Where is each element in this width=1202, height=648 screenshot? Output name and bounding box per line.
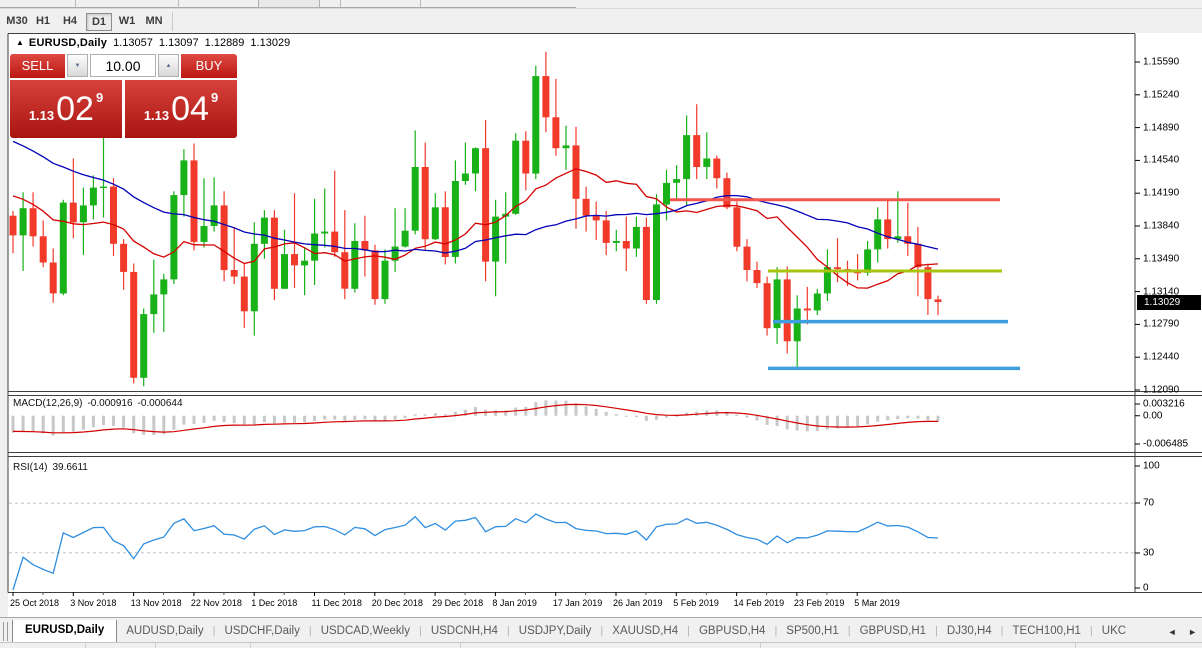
- price-tick: 1.12090: [1143, 384, 1180, 396]
- rsi-line: [12, 513, 939, 591]
- tab-usdjpy-daily[interactable]: USDJPY,Daily: [510, 621, 601, 642]
- buy-price-pip: 9: [210, 89, 219, 105]
- ohlc-low: 1.12889: [204, 37, 245, 49]
- time-axis-label: 20 Dec 2018: [371, 598, 423, 608]
- rsi-tick: 0: [1143, 582, 1149, 594]
- tab-xauusd-h4[interactable]: XAUUSD,H4: [603, 621, 687, 642]
- time-axis-label: 25 Oct 2018: [10, 598, 60, 608]
- macd-tick: 0.003216: [1143, 398, 1185, 410]
- tab-bar-grip: [3, 622, 8, 641]
- collapse-triangle-icon[interactable]: ▲: [16, 38, 24, 47]
- chart-symbol-period: EURUSD,Daily: [28, 37, 108, 49]
- price-tick: 1.14540: [1143, 154, 1180, 166]
- sell-price-pip: 9: [95, 89, 104, 105]
- rsi-value: 39.6611: [52, 462, 88, 473]
- tab-usdcad-weekly[interactable]: USDCAD,Weekly: [312, 621, 419, 642]
- chart-caption: ▲ EURUSD,Daily 1.13057 1.13097 1.12889 1.1302…: [16, 37, 290, 49]
- time-axis-label: 5 Mar 2019: [854, 598, 900, 608]
- tab-usdchf-daily[interactable]: USDCHF,Daily: [215, 621, 308, 642]
- tab-gbpusd-h4[interactable]: GBPUSD,H4: [690, 621, 774, 642]
- ohlc-close: 1.13029: [250, 37, 291, 49]
- tab-scroll-left-icon[interactable]: ◄: [1168, 627, 1177, 637]
- volume-input[interactable]: [90, 54, 156, 77]
- tab-sp500-h1[interactable]: SP500,H1: [777, 621, 847, 642]
- time-axis-label: 26 Jan 2019: [613, 598, 663, 608]
- volume-up-button[interactable]: ▲: [158, 54, 179, 77]
- one-click-trading-panel: SELL ▼ ▲ BUY 1.13029 1.13049: [10, 54, 237, 138]
- tab-usdcnh-h4[interactable]: USDCNH,H4: [422, 621, 507, 642]
- time-axis-label: 5 Feb 2019: [673, 598, 719, 608]
- tab-ukc[interactable]: UKC: [1093, 621, 1135, 642]
- rsi-indicator-label: RSI(14) 39.6611: [13, 462, 93, 473]
- rsi-level-lines: [9, 502, 1134, 554]
- sell-price-prefix: 1.13: [28, 107, 55, 123]
- sell-button[interactable]: SELL: [10, 54, 65, 78]
- rsi-tick: 100: [1143, 460, 1160, 472]
- rsi-tick: 30: [1143, 547, 1155, 559]
- time-axis-label: 22 Nov 2018: [190, 598, 242, 608]
- macd-name: MACD(12,26,9): [13, 398, 83, 409]
- buy-price-panel[interactable]: 1.13 04 9: [125, 80, 237, 138]
- tab-scroll-right-icon[interactable]: ►: [1188, 627, 1197, 637]
- symbol-tab-bar: EURUSD,Daily AUDUSD,Daily | USDCHF,Daily | US…: [0, 617, 1202, 642]
- price-tick: 1.12790: [1143, 318, 1180, 330]
- time-axis-label: 23 Feb 2019: [793, 598, 845, 608]
- sell-price-panel[interactable]: 1.13 02 9: [10, 80, 122, 138]
- tab-tech100-h1[interactable]: TECH100,H1: [1004, 621, 1090, 642]
- macd-indicator-label: MACD(12,26,9) -0.000916 -0.000644: [13, 398, 188, 409]
- rsi-name: RSI(14): [13, 462, 48, 473]
- time-axis-label: 11 Dec 2018: [311, 598, 362, 608]
- tab-dj30-h4[interactable]: DJ30,H4: [938, 621, 1001, 642]
- time-axis-label: 8 Jan 2019: [492, 598, 537, 608]
- price-tick: 1.14190: [1143, 187, 1180, 199]
- volume-up-icon: ▲: [165, 63, 172, 69]
- price-tick: 1.13490: [1143, 253, 1180, 265]
- mt4-window: M30 H1 H4 D1 W1 MN ▲ EURUSD,Daily 1.13057 1…: [0, 0, 1202, 648]
- macd-tick: 0.00: [1143, 410, 1163, 422]
- time-axis-label: 3 Nov 2018: [70, 598, 117, 608]
- current-price-badge: 1.13029: [1137, 295, 1201, 310]
- tab-eurusd-daily[interactable]: EURUSD,Daily: [12, 620, 118, 642]
- price-tick: 1.15590: [1143, 56, 1180, 68]
- volume-down-button[interactable]: ▼: [67, 54, 88, 77]
- macd-value-signal: -0.000644: [137, 398, 183, 409]
- time-axis-label: 1 Dec 2018: [251, 598, 298, 608]
- time-axis-label: 13 Nov 2018: [130, 598, 182, 608]
- time-axis-label: 17 Jan 2019: [552, 598, 603, 608]
- volume-down-icon: ▼: [74, 63, 81, 69]
- tab-gbpusd-h1[interactable]: GBPUSD,H1: [851, 621, 935, 642]
- macd-value-main: -0.000916: [87, 398, 133, 409]
- rsi-tick: 70: [1143, 497, 1155, 509]
- time-axis-label: 14 Feb 2019: [733, 598, 785, 608]
- ohlc-open: 1.13057: [113, 37, 153, 49]
- price-tick: 1.14890: [1143, 122, 1180, 134]
- sell-price-main: 02: [56, 90, 94, 128]
- time-axis-label: 29 Dec 2018: [432, 598, 484, 608]
- tab-audusd-daily[interactable]: AUDUSD,Daily: [117, 621, 212, 642]
- price-tick: 1.13840: [1143, 220, 1180, 232]
- buy-button[interactable]: BUY: [181, 54, 237, 78]
- price-tick: 1.15240: [1143, 89, 1180, 101]
- buy-price-prefix: 1.13: [143, 107, 170, 123]
- price-tick: 1.12440: [1143, 351, 1180, 363]
- macd-tick: -0.006485: [1143, 438, 1189, 450]
- buy-price-main: 04: [171, 90, 209, 128]
- ohlc-high: 1.13097: [158, 37, 199, 49]
